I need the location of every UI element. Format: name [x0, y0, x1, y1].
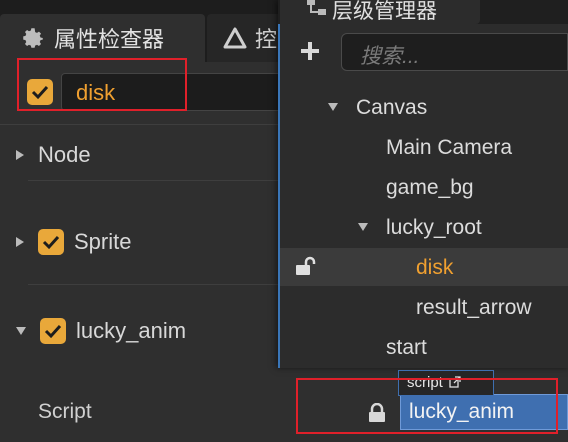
section-lucky-anim[interactable]: lucky_anim	[16, 318, 186, 344]
hierarchy-icon	[307, 0, 326, 15]
tab-properties-label: 属性检查器	[54, 27, 165, 52]
checkmark-icon	[42, 235, 60, 250]
tab-properties[interactable]: 属性检查器	[0, 14, 205, 62]
tree-node-disk[interactable]: disk	[416, 256, 453, 280]
tree-node-start[interactable]: start	[386, 336, 427, 360]
section-sprite[interactable]: Sprite	[16, 229, 131, 255]
lucky-anim-enabled-checkbox[interactable]	[40, 318, 66, 344]
sprite-enabled-checkbox[interactable]	[38, 229, 64, 255]
chevron-right-icon	[16, 150, 24, 160]
divider	[28, 284, 278, 285]
script-label: Script	[38, 400, 92, 423]
tree-node-lucky-root[interactable]: lucky_root	[386, 216, 482, 240]
section-lucky-anim-label: lucky_anim	[76, 318, 187, 343]
checkmark-icon	[44, 324, 62, 339]
highlight-node-name	[17, 58, 187, 111]
unlock-icon[interactable]	[294, 256, 318, 276]
divider	[0, 124, 278, 125]
triangle-icon	[223, 27, 247, 49]
chevron-right-icon	[16, 237, 24, 247]
section-node[interactable]: Node	[16, 142, 91, 168]
divider	[28, 180, 278, 181]
tree-node-result-arrow[interactable]: result_arrow	[416, 296, 532, 320]
tab-hierarchy-label: 层级管理器	[332, 0, 437, 23]
chevron-down-icon[interactable]	[358, 223, 368, 231]
tree-node-canvas[interactable]: Canvas	[356, 96, 427, 120]
tree-node-main-camera[interactable]: Main Camera	[386, 136, 512, 160]
section-sprite-label: Sprite	[74, 229, 132, 254]
tab-controls-label: 控	[255, 27, 278, 52]
tab-controls[interactable]: 控	[207, 14, 287, 62]
chevron-down-icon	[16, 327, 26, 335]
search-input[interactable]: 搜索...	[341, 33, 568, 71]
gear-icon	[23, 28, 43, 48]
section-node-label: Node	[38, 142, 91, 167]
plus-icon[interactable]	[299, 40, 321, 62]
chevron-down-icon[interactable]	[328, 103, 338, 111]
tree-node-game-bg[interactable]: game_bg	[386, 176, 474, 200]
highlight-script-field	[296, 378, 558, 434]
tab-hierarchy[interactable]: 层级管理器	[280, 0, 480, 24]
